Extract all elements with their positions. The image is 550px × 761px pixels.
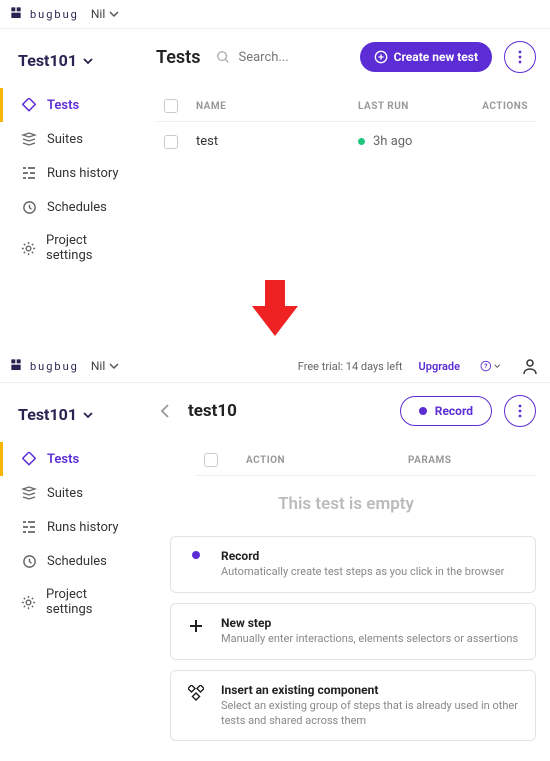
upgrade-link[interactable]: Upgrade xyxy=(419,360,460,373)
list-icon xyxy=(21,165,37,181)
sidebar-item-tests[interactable]: Tests xyxy=(0,88,148,122)
sidebar-item-runs[interactable]: Runs history xyxy=(0,510,148,544)
card-title: Record xyxy=(221,549,521,563)
gear-icon xyxy=(21,594,36,610)
row-checkbox[interactable] xyxy=(164,135,178,149)
user-menu[interactable]: Nil xyxy=(91,359,119,373)
status-dot-icon xyxy=(358,138,365,145)
red-arrow-icon xyxy=(0,272,550,350)
back-button[interactable] xyxy=(156,403,176,419)
project-switcher[interactable]: Test101 xyxy=(0,45,148,88)
trial-text: Free trial: 14 days left xyxy=(298,360,403,373)
sidebar-item-suites[interactable]: Suites xyxy=(0,122,148,156)
sidebar-item-settings[interactable]: Project settings xyxy=(0,224,148,272)
sidebar-item-settings[interactable]: Project settings xyxy=(0,578,148,626)
card-desc: Select an existing group of steps that i… xyxy=(221,699,521,729)
record-dot-icon xyxy=(419,407,427,415)
select-all-checkbox[interactable] xyxy=(164,99,178,113)
card-desc: Manually enter interactions, elements se… xyxy=(221,632,521,647)
more-button[interactable] xyxy=(504,41,536,73)
record-dot-icon xyxy=(185,549,207,580)
card-desc: Automatically create test steps as you c… xyxy=(221,565,521,580)
col-params: PARAMS xyxy=(408,455,528,466)
chevron-down-icon xyxy=(83,56,93,66)
col-last: LAST RUN xyxy=(358,101,468,112)
option-new-step[interactable]: New step Manually enter interactions, el… xyxy=(170,603,536,660)
gear-icon xyxy=(21,240,36,256)
svg-text:?: ? xyxy=(484,362,487,370)
test-title: test10 xyxy=(188,401,237,421)
list-icon xyxy=(21,519,37,535)
search-icon xyxy=(216,49,230,68)
table-row[interactable]: test 3h ago xyxy=(156,122,536,161)
empty-text: This test is empty xyxy=(156,494,536,514)
sidebar-item-schedules[interactable]: Schedules xyxy=(0,190,148,224)
option-insert-component[interactable]: Insert an existing component Select an e… xyxy=(170,670,536,742)
sidebar-item-tests[interactable]: Tests xyxy=(0,442,148,476)
user-menu[interactable]: Nil xyxy=(91,7,119,21)
option-record[interactable]: Record Automatically create test steps a… xyxy=(170,536,536,593)
plus-icon xyxy=(185,616,207,647)
diamond-icon xyxy=(21,451,37,467)
brand-text: bugbug xyxy=(30,360,79,373)
card-title: Insert an existing component xyxy=(221,683,521,697)
col-actions: ACTIONS xyxy=(468,101,528,112)
clock-icon xyxy=(21,199,37,215)
dots-vertical-icon xyxy=(518,50,522,64)
avatar-icon[interactable] xyxy=(520,356,540,376)
row-name: test xyxy=(196,134,358,149)
project-switcher[interactable]: Test101 xyxy=(0,399,148,442)
table-header: NAME LAST RUN ACTIONS xyxy=(156,91,536,122)
card-title: New step xyxy=(221,616,521,630)
help-icon[interactable]: ? xyxy=(480,356,500,376)
record-button[interactable]: Record xyxy=(400,396,492,426)
chevron-down-icon xyxy=(109,361,119,371)
page-title: Tests xyxy=(156,47,200,68)
row-last-run: 3h ago xyxy=(358,134,468,149)
create-test-button[interactable]: Create new test xyxy=(360,42,492,72)
search-input[interactable] xyxy=(212,44,347,71)
stack-icon xyxy=(21,131,37,147)
col-name: NAME xyxy=(196,101,358,112)
logo: bugbug xyxy=(10,6,79,22)
logo: bugbug xyxy=(10,358,79,374)
plus-circle-icon xyxy=(374,50,388,64)
sidebar-item-runs[interactable]: Runs history xyxy=(0,156,148,190)
select-all-checkbox[interactable] xyxy=(204,453,218,467)
dots-vertical-icon xyxy=(518,404,522,418)
sidebar-item-schedules[interactable]: Schedules xyxy=(0,544,148,578)
col-action: ACTION xyxy=(236,455,408,466)
component-icon xyxy=(185,683,207,729)
stack-icon xyxy=(21,485,37,501)
sidebar-item-suites[interactable]: Suites xyxy=(0,476,148,510)
diamond-icon xyxy=(21,97,37,113)
chevron-down-icon xyxy=(109,9,119,19)
clock-icon xyxy=(21,553,37,569)
brand-text: bugbug xyxy=(30,8,79,21)
search-wrapper xyxy=(212,44,347,71)
chevron-down-icon xyxy=(83,410,93,420)
more-button[interactable] xyxy=(504,395,536,427)
chevron-down-icon xyxy=(494,361,500,371)
steps-header: ACTION PARAMS xyxy=(196,445,536,476)
